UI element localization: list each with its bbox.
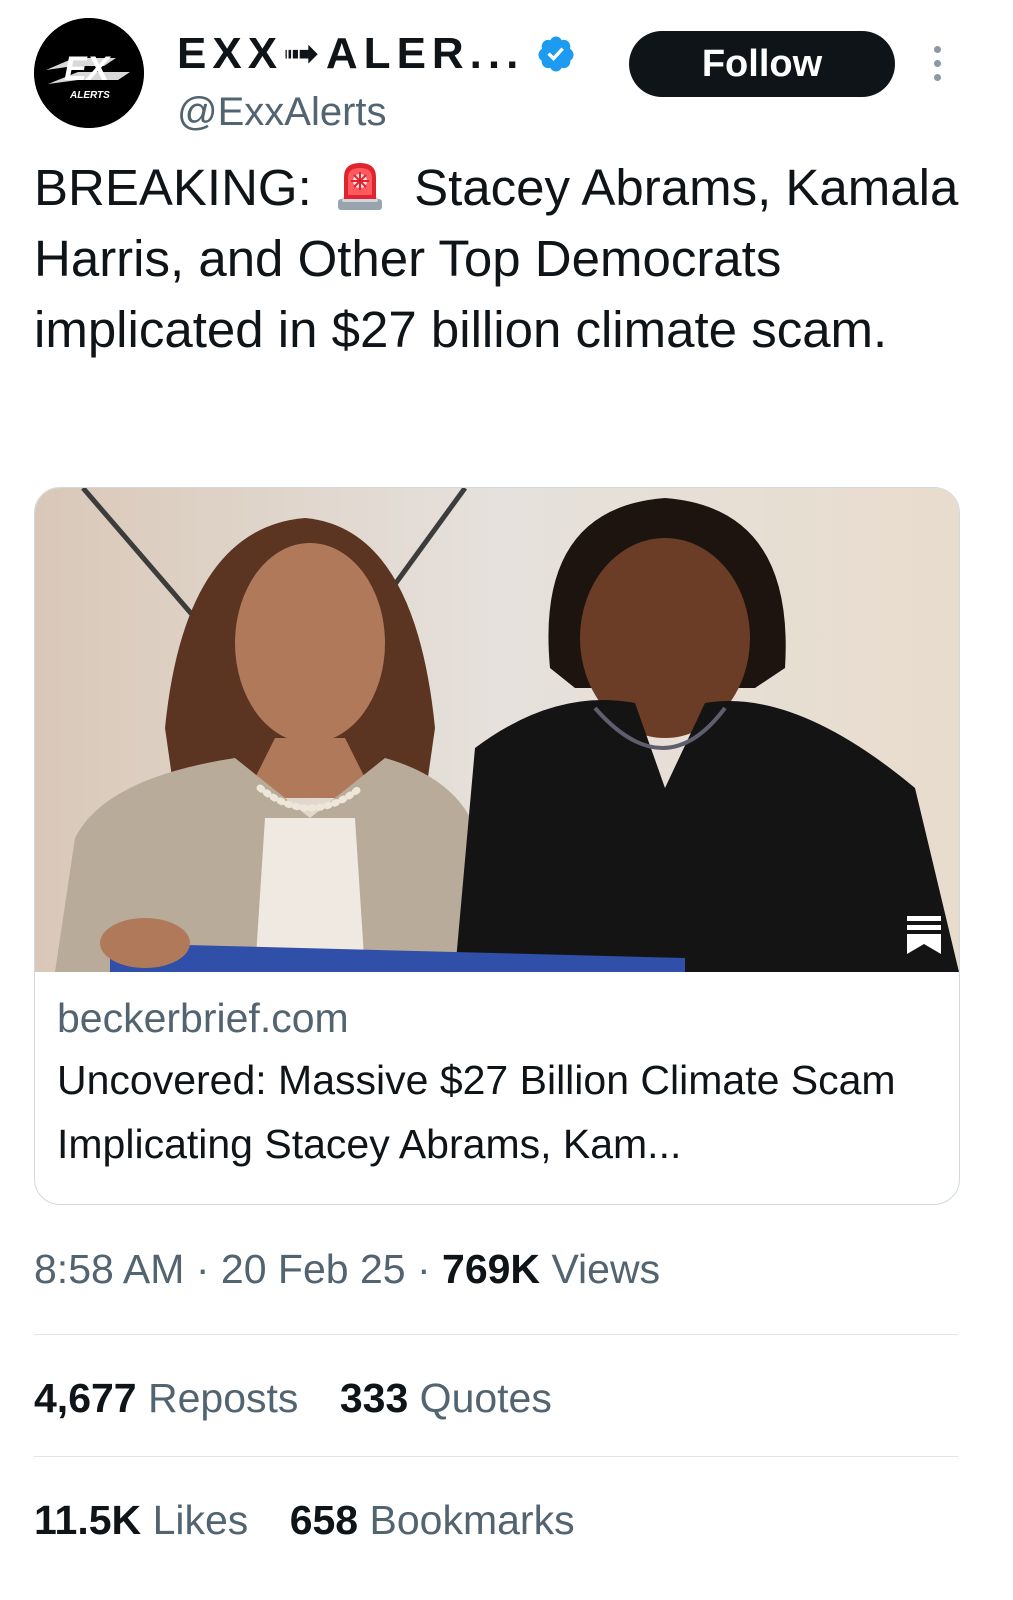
follow-button[interactable]: Follow (629, 31, 895, 97)
bookmarks-label: Bookmarks (369, 1497, 575, 1543)
link-preview-card[interactable]: beckerbrief.com Uncovered: Massive $27 B… (34, 487, 960, 1205)
svg-text:ALERTS: ALERTS (69, 90, 110, 101)
link-card-info: beckerbrief.com Uncovered: Massive $27 B… (57, 988, 937, 1176)
police-car-light-emoji-icon (337, 163, 382, 210)
stats-row-2: 11.5K Likes 658 Bookmarks (34, 1497, 605, 1544)
svg-text:EX: EX (64, 50, 112, 88)
quotes-count: 333 (339, 1375, 409, 1421)
quotes-label: Quotes (419, 1375, 552, 1421)
post-text: BREAKING: Stacey Abrams, Kamala Harris, … (34, 152, 974, 365)
divider (34, 1456, 958, 1457)
likes-count: 11.5K (34, 1497, 142, 1543)
verified-badge-icon (538, 36, 574, 71)
author-display-name[interactable]: EXX➟ALER... (177, 28, 524, 79)
bookmarks-count: 658 (289, 1497, 359, 1543)
likes-label: Likes (152, 1497, 249, 1543)
article-preview-image (35, 488, 959, 972)
author-avatar[interactable]: EX ALERTS (34, 18, 144, 128)
author-handle[interactable]: @ExxAlerts (177, 90, 387, 135)
post-meta: 8:58 AM · 20 Feb 25 · 769K Views (34, 1246, 660, 1293)
meta-separator: · (195, 1246, 210, 1292)
post-header: EX ALERTS EXX➟ALER... @ExxAlerts Follow (34, 18, 979, 135)
link-title: Uncovered: Massive $27 Billion Climate S… (57, 1057, 896, 1167)
views-label: Views (551, 1246, 661, 1292)
views-count: 769K (442, 1246, 541, 1292)
link-domain: beckerbrief.com (57, 995, 349, 1041)
quotes-stat[interactable]: 333 Quotes (340, 1375, 552, 1422)
more-options-icon[interactable] (927, 46, 947, 106)
post-time[interactable]: 8:58 AM (34, 1246, 184, 1292)
author-name-row: EXX➟ALER... (177, 28, 576, 79)
reposts-stat[interactable]: 4,677 Reposts (34, 1375, 298, 1422)
exx-alerts-logo-icon: EX ALERTS (34, 18, 144, 128)
reposts-label: Reposts (148, 1375, 299, 1421)
post-date[interactable]: 20 Feb 25 (221, 1246, 406, 1292)
stats-row-1: 4,677 Reposts 333 Quotes (34, 1375, 582, 1422)
meta-separator: · (416, 1246, 431, 1292)
divider (34, 1334, 958, 1335)
post-text-prefix: BREAKING: (34, 159, 312, 216)
reposts-count: 4,677 (34, 1375, 137, 1421)
bookmarks-stat[interactable]: 658 Bookmarks (290, 1497, 575, 1544)
likes-stat[interactable]: 11.5K Likes (34, 1497, 248, 1544)
